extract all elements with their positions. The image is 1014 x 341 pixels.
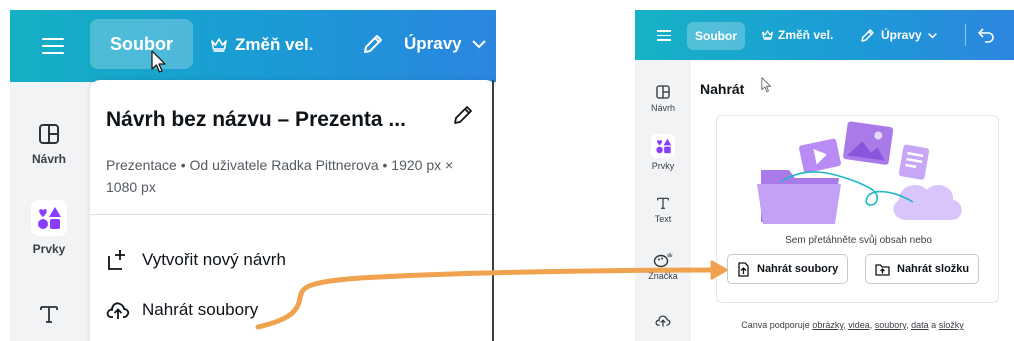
support-files-link[interactable]: soubory (875, 320, 906, 330)
pencil-icon[interactable] (452, 104, 474, 126)
rail-item-elements[interactable]: Prvky (635, 134, 691, 171)
mouse-cursor-icon (151, 50, 166, 73)
edit-menu-button[interactable]: Úpravy (860, 25, 937, 45)
create-new-design-item[interactable]: Vytvořit nový návrh (106, 246, 286, 274)
supported-formats: Canva podporuje obrázky, videa, soubory,… (741, 320, 964, 330)
chevron-down-icon (927, 32, 937, 39)
upload-files-button[interactable]: Nahrát soubory (727, 254, 849, 284)
support-prefix: Canva podporuje (741, 320, 810, 330)
rail-item-uploads[interactable] (635, 313, 691, 328)
upload-folder-button[interactable]: Nahrát složku (865, 254, 980, 284)
rail-item-elements[interactable]: Prvky (10, 200, 88, 256)
text-icon (657, 197, 669, 209)
edit-label: Úpravy (404, 34, 462, 53)
text-icon (40, 306, 58, 323)
side-rail: Návrh Prvky Text Značka (635, 60, 691, 341)
rail-item-text[interactable]: Text (635, 195, 691, 224)
side-rail: Návrh Prvky (10, 82, 88, 341)
rail-label-brand: Značka (648, 271, 678, 281)
rail-label-design: Návrh (31, 152, 66, 166)
left-screenshot: Soubor Změň vel. Úpravy Návrh Prvky Návr… (10, 10, 496, 341)
mouse-cursor-icon (761, 77, 771, 93)
chevron-down-icon (471, 40, 486, 49)
upload-drop-zone[interactable]: Sem přetáhněte svůj obsah nebo Nahrát so… (716, 115, 999, 303)
support-and: a (931, 320, 937, 330)
edit-menu-button[interactable]: Úpravy (362, 30, 486, 58)
file-menu-button[interactable]: Soubor (687, 22, 745, 50)
crown-icon (762, 30, 773, 40)
hamburger-icon[interactable] (42, 36, 64, 56)
cloud-upload-icon (106, 302, 130, 319)
upload-folder-button-label: Nahrát složku (897, 263, 970, 275)
upload-files-label: Nahrát soubory (142, 300, 259, 319)
file-menu-dropdown: Návrh bez názvu – Prezenta ... Prezentac… (90, 80, 496, 341)
upload-files-item[interactable]: Nahrát soubory (106, 296, 258, 324)
divider (90, 214, 496, 215)
top-toolbar: Soubor Změň vel. Úpravy (635, 10, 1014, 60)
layout-icon (39, 124, 59, 144)
rail-item-design[interactable]: Návrh (10, 122, 88, 166)
upload-panel-title: Nahrát (700, 81, 745, 97)
edit-label: Úpravy (881, 28, 922, 42)
cloud-upload-icon (655, 315, 671, 327)
file-menu-label: Soubor (695, 29, 737, 43)
support-images-link[interactable]: obrázky (812, 320, 843, 330)
file-upload-icon (738, 261, 749, 277)
drop-hint: Sem přetáhněte svůj obsah nebo (785, 235, 932, 246)
upload-panel: Nahrát Sem přetáhněte svůj obsah nebo Na… (691, 60, 1014, 341)
panel-edge (492, 80, 494, 341)
resize-button[interactable]: Změň vel. (211, 32, 313, 58)
design-title[interactable]: Návrh bez názvu – Prezenta ... (106, 108, 406, 132)
toolbar-divider (965, 24, 966, 46)
folder-upload-icon (875, 263, 890, 276)
upload-illustration (757, 121, 962, 224)
rail-label-text: Text (654, 214, 672, 224)
rail-item-design[interactable]: Návrh (635, 84, 691, 113)
resize-button[interactable]: Změň vel. (762, 26, 833, 44)
design-meta: Prezentace • Od uživatele Radka Pittnero… (106, 157, 454, 195)
file-menu-button[interactable]: Soubor (90, 19, 193, 69)
pencil-icon (364, 35, 382, 53)
elements-icon (31, 200, 67, 236)
crown-icon (211, 38, 227, 52)
resize-label: Změň vel. (235, 35, 314, 54)
brand-icon (653, 252, 673, 268)
rail-label-elements: Prvky (651, 161, 675, 171)
rail-label-elements: Prvky (32, 242, 66, 256)
support-folders-link[interactable]: složky (939, 320, 964, 330)
elements-icon (651, 134, 675, 158)
rail-label-design: Návrh (650, 103, 675, 113)
undo-icon[interactable] (977, 26, 995, 44)
create-new-design-label: Vytvořit nový návrh (142, 250, 286, 269)
support-videos-link[interactable]: videa (848, 320, 870, 330)
pencil-icon (861, 28, 874, 42)
rail-item-brand[interactable]: Značka (635, 250, 691, 281)
right-screenshot: Soubor Změň vel. Úpravy Návrh Prvky Text… (635, 10, 1014, 341)
resize-label: Změň vel. (778, 28, 834, 42)
support-data-link[interactable]: data (911, 320, 929, 330)
top-toolbar: Soubor Změň vel. Úpravy (10, 10, 496, 82)
upload-files-button-label: Nahrát soubory (757, 263, 839, 275)
layout-icon (656, 85, 670, 99)
hamburger-icon[interactable] (657, 29, 671, 41)
rail-item-text[interactable] (10, 302, 88, 326)
new-design-icon (108, 250, 125, 270)
